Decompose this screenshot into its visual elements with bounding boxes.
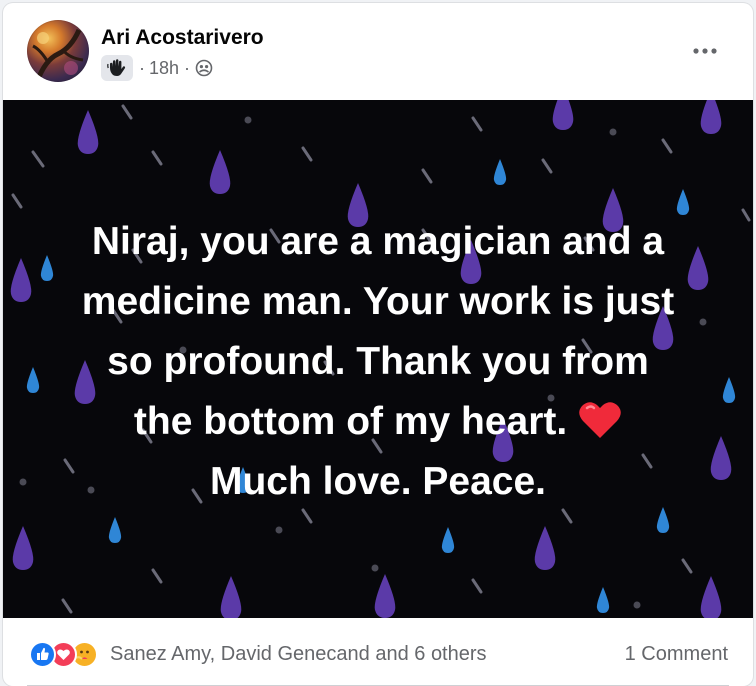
heart-emoji xyxy=(578,400,622,443)
avatar-image xyxy=(32,28,84,82)
author-avatar[interactable] xyxy=(27,20,89,82)
comment-count[interactable]: 1 Comment xyxy=(625,643,728,666)
post-text-line: Much love. Peace. xyxy=(210,460,546,503)
dot-separator: · xyxy=(139,57,145,78)
post-header: Ari Acostarivero · 18h · xyxy=(3,3,753,100)
post-card: Ari Acostarivero · 18h · Niraj, you are … xyxy=(3,3,753,686)
more-horizontal-icon[interactable] xyxy=(685,36,725,66)
post-image[interactable]: Niraj, you are a magician and a medicine… xyxy=(3,100,753,618)
post-text: Niraj, you are a magician and a medicine… xyxy=(3,212,753,512)
post-text-line: the bottom of my heart. xyxy=(133,400,568,443)
post-text-line: medicine man. Your work is just xyxy=(81,280,675,323)
post-text-line-with-heart: the bottom of my heart. xyxy=(3,392,753,452)
post-meta: · 18h · xyxy=(101,54,213,82)
author-name[interactable]: Ari Acostarivero xyxy=(101,26,264,50)
post-text-line: Niraj, you are a magician and a xyxy=(91,220,665,263)
reactions-summary[interactable]: Sanez Amy, David Genecand and 6 others xyxy=(29,641,487,668)
post-text-line: so profound. Thank you from xyxy=(107,340,649,383)
post-timestamp[interactable]: 18h xyxy=(149,58,179,79)
dot-separator: · xyxy=(184,57,191,78)
wave-hand-icon[interactable] xyxy=(101,55,133,81)
reaction-names[interactable]: Sanez Amy, David Genecand and 6 others xyxy=(110,643,487,666)
like-icon xyxy=(29,641,56,668)
group-icon[interactable] xyxy=(195,59,213,77)
post-footer: Sanez Amy, David Genecand and 6 others 1… xyxy=(3,618,753,686)
